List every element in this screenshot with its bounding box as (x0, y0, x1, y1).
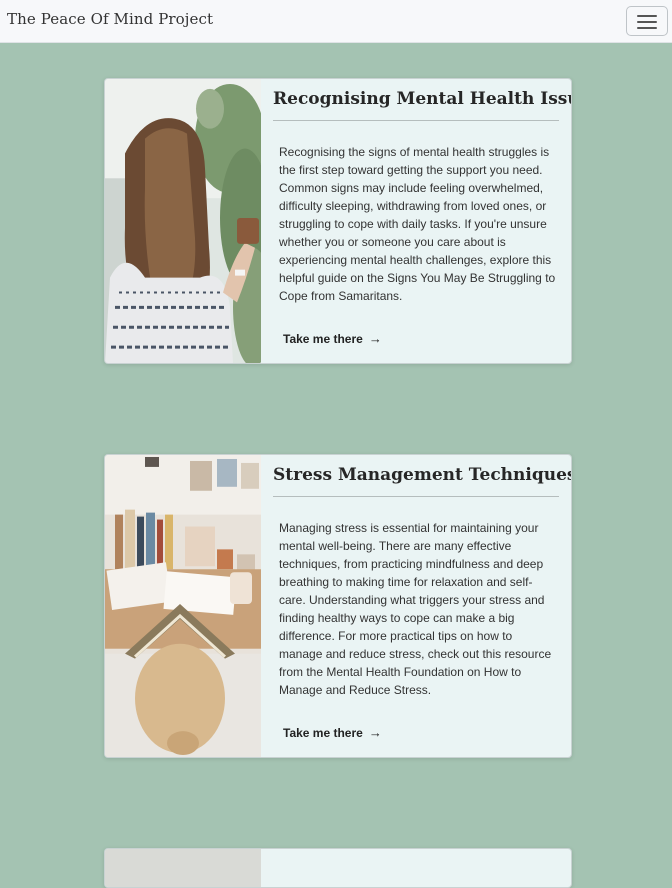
card-image (105, 79, 261, 363)
brand-link[interactable]: The Peace Of Mind Project (7, 10, 213, 28)
woman-with-coffee-image (105, 79, 261, 363)
card-stress-management: Stress Management Techniques Managing st… (104, 454, 572, 758)
card-body: Recognising Mental Health Issues Recogni… (261, 79, 571, 363)
book-on-head-image (105, 455, 261, 757)
card-partial (104, 848, 572, 888)
card-title: Stress Management Techniques (273, 465, 571, 497)
card-image (105, 849, 261, 887)
card-text: Managing stress is essential for maintai… (279, 521, 552, 697)
card-text: Recognising the signs of mental health s… (279, 145, 556, 303)
card-body: Stress Management Techniques Managing st… (261, 455, 571, 757)
take-me-there-link[interactable]: Take me there → (283, 725, 382, 740)
link-label: Take me there (283, 725, 363, 740)
card-image (105, 455, 261, 757)
card-recognising-issues: Recognising Mental Health Issues Recogni… (104, 78, 572, 364)
arrow-right-icon: → (368, 331, 382, 346)
card-title: Recognising Mental Health Issues (273, 89, 571, 121)
navbar: The Peace Of Mind Project (0, 0, 672, 43)
take-me-there-link[interactable]: Take me there → (283, 331, 382, 346)
arrow-right-icon: → (368, 725, 382, 740)
link-label: Take me there (283, 331, 363, 346)
menu-toggle-button[interactable] (626, 6, 668, 36)
